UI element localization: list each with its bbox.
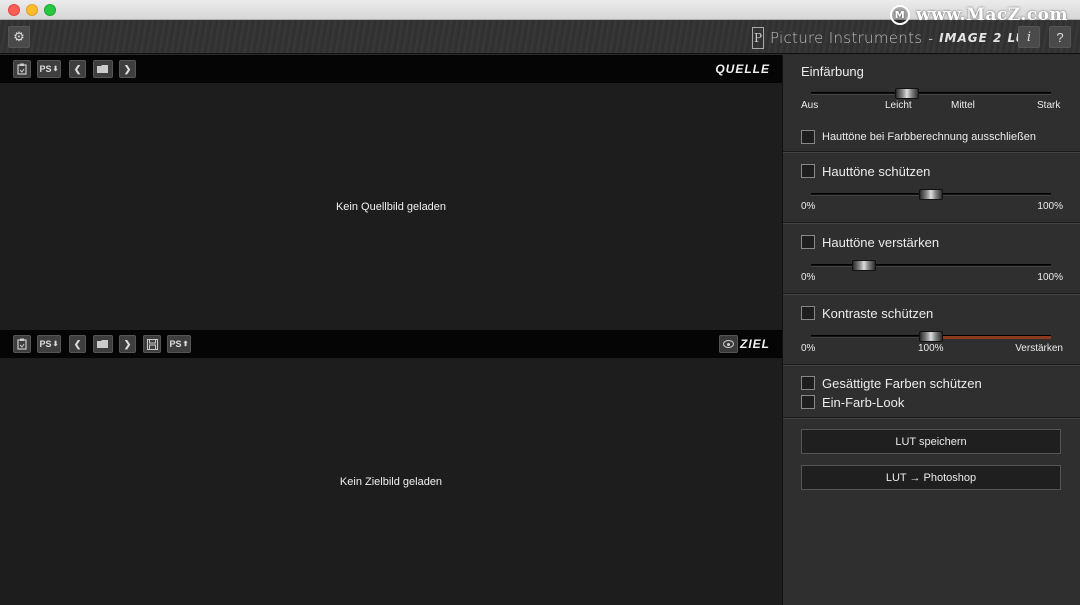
target-image-area[interactable]: Kein Zielbild geladen <box>0 358 782 605</box>
window-maximize-button[interactable] <box>44 4 56 16</box>
picture-instruments-logo-icon: P <box>752 27 764 49</box>
source-image-area[interactable]: Kein Quellbild geladen <box>0 83 782 330</box>
target-toolbar: PS ⬇ ❮ ❯ PS ⬆ ZIEL <box>0 330 782 358</box>
source-toolbar: PS ⬇ ❮ ❯ QUELLE <box>0 55 782 83</box>
watermark: M www.MacZ.com <box>889 4 1068 26</box>
protect-contrast-boost-range <box>931 336 1051 339</box>
protect-skin-label: Hauttöne schützen <box>822 164 931 179</box>
protect-skin-checkbox[interactable] <box>801 164 815 178</box>
target-next-button[interactable]: ❯ <box>119 335 136 353</box>
protect-skin-slider-track[interactable] <box>811 189 1051 200</box>
window-close-button[interactable] <box>8 4 20 16</box>
window-minimize-button[interactable] <box>26 4 38 16</box>
help-button[interactable]: ? <box>1049 26 1071 48</box>
watermark-text: www.MacZ.com <box>915 5 1068 25</box>
brand: P Picture Instruments - IMAGE 2 LUT <box>752 26 1035 50</box>
ps-import-label: PS <box>39 339 52 349</box>
source-previous-button[interactable]: ❮ <box>69 60 86 78</box>
ps-export-label: PS <box>169 339 182 349</box>
monochrome-look-label: Ein-Farb-Look <box>822 395 905 410</box>
save-disk-icon <box>146 338 158 350</box>
folder-icon <box>97 65 108 73</box>
source-empty-message: Kein Quellbild geladen <box>335 201 447 213</box>
enhance-skin-label: Hauttöne verstärken <box>822 235 940 250</box>
protect-skin-min: 0% <box>801 201 816 212</box>
arrow-down-icon: ⬇ <box>52 341 59 348</box>
source-open-folder-button[interactable] <box>93 60 113 78</box>
chevron-right-icon: ❯ <box>123 63 132 74</box>
coloring-slider-thumb[interactable] <box>895 88 919 99</box>
brand-name: Picture Instruments <box>770 29 923 47</box>
arrow-up-icon: ⬆ <box>182 341 189 348</box>
coloring-tick-light: Leicht <box>885 100 912 111</box>
watermark-logo-icon: M <box>889 5 910 25</box>
protect-contrast-label: Kontraste schützen <box>822 306 934 321</box>
protect-saturated-label: Gesättigte Farben schützen <box>822 376 982 391</box>
clipboard-icon <box>17 63 27 75</box>
coloring-slider-track[interactable] <box>811 88 1051 99</box>
protect-contrast-slider-thumb[interactable] <box>919 331 943 342</box>
enhance-skin-min: 0% <box>801 272 816 283</box>
clipboard-icon <box>17 338 27 350</box>
info-button[interactable]: i <box>1018 26 1040 48</box>
brand-separator: - <box>928 30 934 46</box>
chevron-left-icon: ❮ <box>73 63 82 74</box>
target-open-folder-button[interactable] <box>93 335 113 353</box>
folder-icon <box>97 340 108 348</box>
source-next-button[interactable]: ❯ <box>119 60 136 78</box>
source-import-photoshop-button[interactable]: PS ⬇ <box>37 60 61 78</box>
exclude-skin-checkbox[interactable] <box>801 130 815 144</box>
enhance-skin-max: 100% <box>1037 272 1063 283</box>
enhance-skin-section: Hauttöne verstärken 0% 100% <box>783 225 1080 295</box>
source-clear-button[interactable] <box>13 60 31 78</box>
preview-toggle-button[interactable] <box>719 335 738 353</box>
gear-icon: ⚙ <box>13 29 25 44</box>
monochrome-look-checkbox[interactable] <box>801 395 815 409</box>
eye-icon <box>723 340 734 348</box>
protect-contrast-min: 0% <box>801 343 816 354</box>
protect-skin-slider-thumb[interactable] <box>919 189 943 200</box>
protect-contrast-section: Kontraste schützen 0% 100% Verstärken <box>783 296 1080 366</box>
settings-button[interactable]: ⚙ <box>8 26 30 48</box>
target-empty-message: Kein Zielbild geladen <box>339 476 443 488</box>
coloring-section: Einfärbung Aus Leicht Mittel Stark Hautt… <box>783 55 1080 153</box>
protect-contrast-max: Verstärken <box>1015 343 1063 354</box>
target-save-button[interactable] <box>143 335 161 353</box>
coloring-title: Einfärbung <box>801 64 864 79</box>
chevron-right-icon: ❯ <box>123 338 132 349</box>
protect-skin-max: 100% <box>1037 201 1063 212</box>
protect-saturated-checkbox[interactable] <box>801 376 815 390</box>
exclude-skin-label: Hauttöne bei Farbberechnung ausschließen <box>822 131 1037 143</box>
target-pane-title: ZIEL <box>740 337 770 351</box>
coloring-tick-off: Aus <box>801 100 819 111</box>
lut-to-photoshop-button[interactable]: LUT → Photoshop <box>801 465 1061 490</box>
coloring-tick-medium: Mittel <box>951 100 975 111</box>
options-section: Gesättigte Farben schützen Ein-Farb-Look <box>783 367 1080 419</box>
source-pane-title: QUELLE <box>715 62 770 76</box>
target-export-photoshop-button[interactable]: PS ⬆ <box>167 335 191 353</box>
ps-import-label: PS <box>39 64 52 74</box>
chevron-left-icon: ❮ <box>73 338 82 349</box>
target-import-photoshop-button[interactable]: PS ⬇ <box>37 335 61 353</box>
enhance-skin-slider-track[interactable] <box>811 260 1051 271</box>
protect-contrast-slider-track[interactable] <box>811 331 1051 342</box>
protect-skin-section: Hauttöne schützen 0% 100% <box>783 154 1080 224</box>
arrow-down-icon: ⬇ <box>52 66 59 73</box>
target-previous-button[interactable]: ❮ <box>69 335 86 353</box>
coloring-tick-strong: Stark <box>1037 100 1061 111</box>
settings-panel: Einfärbung Aus Leicht Mittel Stark Hautt… <box>782 55 1080 605</box>
save-lut-button[interactable]: LUT speichern <box>801 429 1061 454</box>
protect-contrast-mid: 100% <box>918 343 944 354</box>
protect-contrast-checkbox[interactable] <box>801 306 815 320</box>
enhance-skin-slider-thumb[interactable] <box>851 260 876 271</box>
enhance-skin-checkbox[interactable] <box>801 235 815 249</box>
target-clear-button[interactable] <box>13 335 31 353</box>
